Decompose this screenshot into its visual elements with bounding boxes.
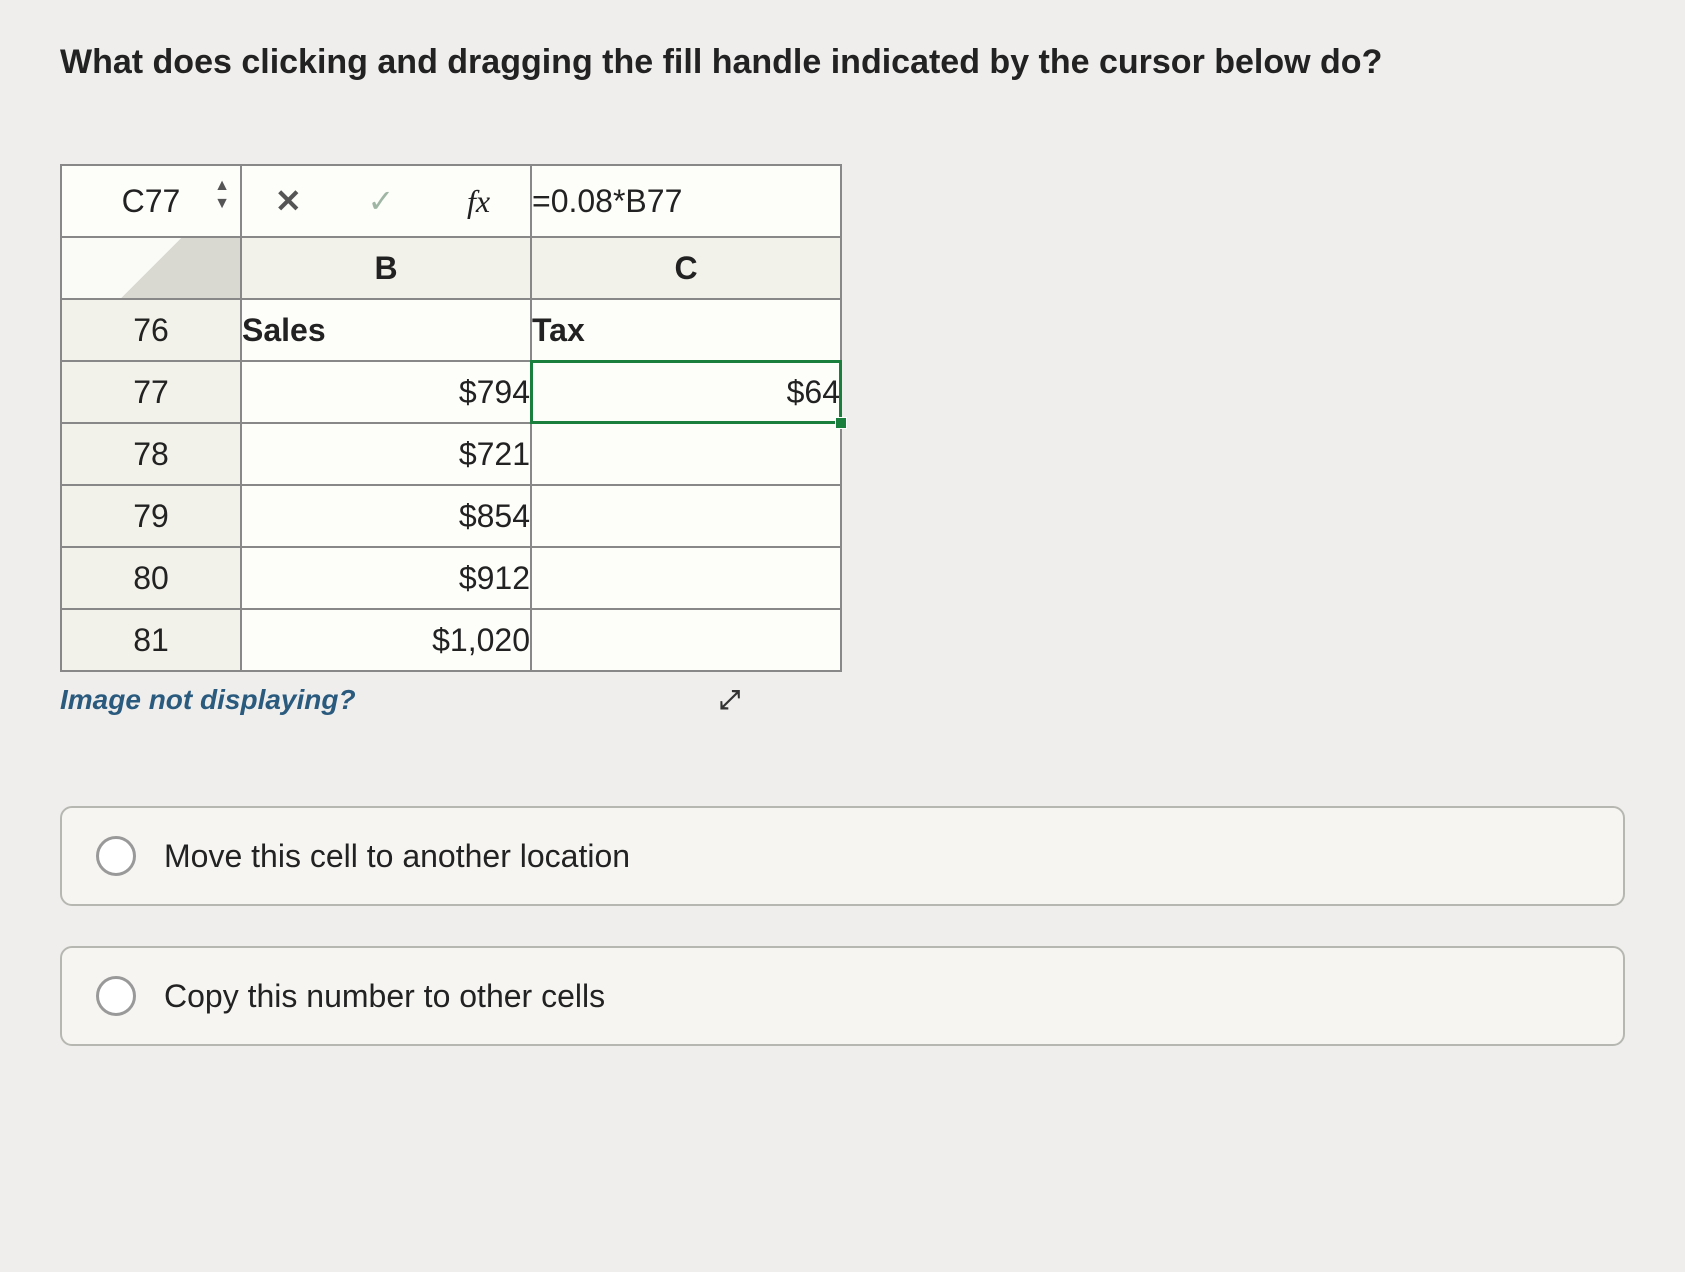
row-header[interactable]: 78 bbox=[61, 423, 241, 485]
row-header[interactable]: 80 bbox=[61, 547, 241, 609]
radio-icon[interactable] bbox=[96, 836, 136, 876]
cell-b[interactable]: $794 bbox=[241, 361, 531, 423]
answer-options: Move this cell to another location Copy t… bbox=[60, 806, 1625, 1046]
expand-icon[interactable]: ⤢ bbox=[719, 684, 740, 716]
row-header[interactable]: 81 bbox=[61, 609, 241, 671]
column-header-c[interactable]: C bbox=[531, 237, 841, 299]
answer-label: Copy this number to other cells bbox=[164, 978, 605, 1015]
cell-b[interactable]: $1,020 bbox=[241, 609, 531, 671]
cell-b[interactable]: $912 bbox=[241, 547, 531, 609]
cell-c[interactable] bbox=[531, 485, 841, 547]
confirm-button[interactable]: ✓ bbox=[335, 182, 428, 220]
formula-input[interactable]: =0.08*B77 bbox=[531, 165, 841, 237]
name-box[interactable]: C77 ▲ ▼ bbox=[61, 165, 241, 237]
column-header-row: B C bbox=[61, 237, 841, 299]
stepper-up-icon[interactable]: ▲ bbox=[214, 178, 230, 194]
fx-button[interactable]: fx bbox=[427, 182, 530, 220]
cell-c[interactable] bbox=[531, 609, 841, 671]
table-row: 79$854 bbox=[61, 485, 841, 547]
spreadsheet-table: C77 ▲ ▼ ✕ ✓ fx =0.08*B77 B bbox=[60, 164, 842, 672]
selected-cell[interactable]: $64 bbox=[532, 362, 840, 422]
spreadsheet-image: C77 ▲ ▼ ✕ ✓ fx =0.08*B77 B bbox=[60, 164, 1625, 716]
fill-handle[interactable] bbox=[835, 417, 847, 429]
cell-c[interactable]: $64 bbox=[531, 361, 841, 423]
row-header[interactable]: 77 bbox=[61, 361, 241, 423]
answer-label: Move this cell to another location bbox=[164, 838, 630, 875]
table-row: 81$1,020 bbox=[61, 609, 841, 671]
cell-value: $64 bbox=[787, 374, 840, 411]
cell-b[interactable]: $721 bbox=[241, 423, 531, 485]
select-all-corner[interactable] bbox=[61, 237, 241, 299]
name-box-stepper[interactable]: ▲ ▼ bbox=[214, 178, 230, 212]
column-header-b[interactable]: B bbox=[241, 237, 531, 299]
cell-b[interactable]: Sales bbox=[241, 299, 531, 361]
cancel-button[interactable]: ✕ bbox=[242, 182, 335, 220]
stepper-down-icon[interactable]: ▼ bbox=[214, 196, 230, 212]
question-text: What does clicking and dragging the fill… bbox=[60, 40, 1625, 84]
table-row: 78$721 bbox=[61, 423, 841, 485]
cell-c[interactable]: Tax bbox=[531, 299, 841, 361]
row-header[interactable]: 76 bbox=[61, 299, 241, 361]
image-help-link[interactable]: Image not displaying? bbox=[60, 684, 356, 716]
formula-bar-row: C77 ▲ ▼ ✕ ✓ fx =0.08*B77 bbox=[61, 165, 841, 237]
cell-b[interactable]: $854 bbox=[241, 485, 531, 547]
table-row: 76SalesTax bbox=[61, 299, 841, 361]
cell-c[interactable] bbox=[531, 547, 841, 609]
name-box-value: C77 bbox=[122, 183, 181, 219]
cell-c[interactable] bbox=[531, 423, 841, 485]
answer-option[interactable]: Move this cell to another location bbox=[60, 806, 1625, 906]
radio-icon[interactable] bbox=[96, 976, 136, 1016]
table-row: 77$794 $64 bbox=[61, 361, 841, 423]
answer-option[interactable]: Copy this number to other cells bbox=[60, 946, 1625, 1046]
row-header[interactable]: 79 bbox=[61, 485, 241, 547]
table-row: 80$912 bbox=[61, 547, 841, 609]
